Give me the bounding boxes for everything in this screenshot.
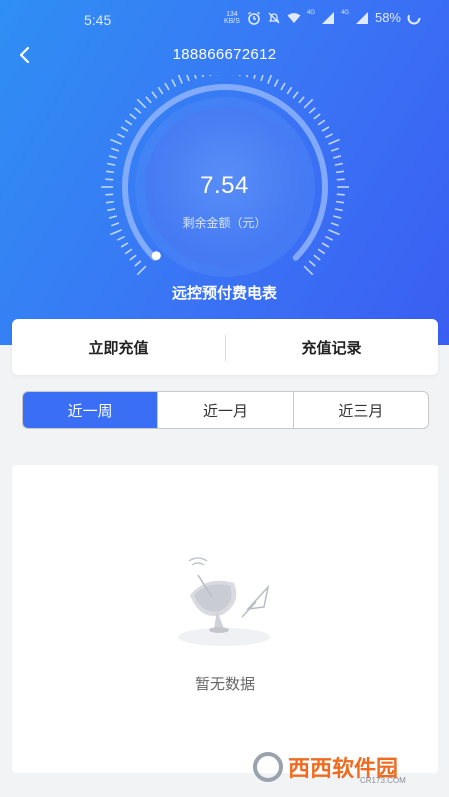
gauge-tick — [194, 75, 197, 80]
gauge-tick — [317, 119, 326, 126]
gauge-tick — [328, 138, 340, 145]
gauge-tick — [117, 235, 125, 241]
gauge-tick — [107, 208, 116, 212]
gauge-tick — [201, 75, 204, 78]
gauge-tick — [273, 79, 279, 87]
gauge-tick — [308, 260, 316, 267]
page-title: 188866672612 — [172, 46, 277, 63]
gauge-tick — [334, 208, 343, 212]
range-tabs: 近一周 近一月 近三月 — [22, 391, 429, 429]
status-bar: 5:45 134 KB/S 4G 4G 58% — [0, 0, 449, 40]
wifi-icon — [287, 12, 301, 23]
gauge-tick — [111, 147, 120, 152]
gauge-tick — [303, 265, 314, 276]
gauge-tick — [330, 147, 339, 152]
gauge-tick — [157, 86, 164, 95]
gauge-tick — [209, 75, 212, 77]
gauge-tick — [332, 155, 342, 159]
gauge-tick — [108, 155, 118, 159]
gauge-tick — [151, 91, 158, 99]
gauge-tick — [107, 162, 116, 166]
signal-icon-1 — [321, 11, 334, 24]
gauge-tick — [260, 75, 264, 82]
gauge-tick — [325, 133, 333, 139]
gauge-tick — [303, 98, 314, 109]
gauge-tick — [110, 138, 122, 145]
gauge-tick — [120, 126, 129, 132]
gauge-tick — [292, 91, 299, 99]
gauge-tick — [308, 107, 316, 114]
gauge-tick — [325, 235, 333, 241]
tab-last-week[interactable]: 近一周 — [23, 392, 159, 428]
gauge-tick — [124, 248, 133, 255]
gauge-tick — [105, 200, 115, 204]
recharge-history-button[interactable]: 充值记录 — [225, 319, 438, 375]
gauge-tick — [313, 254, 321, 261]
gauge-tick — [124, 119, 133, 126]
remaining-balance-label: 剩余金额（元） — [182, 216, 267, 230]
gauge-tick — [335, 200, 345, 204]
gauge-tick — [313, 113, 321, 120]
gauge-tick — [134, 260, 142, 267]
empty-state-text: 暂无数据 — [194, 676, 255, 693]
gauge-tick — [134, 107, 142, 114]
gauge-tick — [321, 126, 330, 132]
site-watermark-logo: 西西软件园 CR173.COM — [253, 752, 406, 785]
gauge-tick — [186, 75, 190, 82]
tab-last-three-months[interactable]: 近三月 — [294, 392, 428, 428]
network-speed: 134 KB/S — [223, 10, 240, 25]
gauge-tick — [129, 254, 137, 261]
gauge-tick — [145, 96, 152, 104]
tab-last-month[interactable]: 近一月 — [158, 392, 294, 428]
gauge-tick — [298, 96, 305, 104]
gauge-tick — [177, 75, 183, 84]
gauge-tick — [117, 133, 125, 139]
gauge-knob — [151, 251, 161, 261]
mute-icon — [268, 12, 280, 23]
gauge-tick — [171, 79, 177, 87]
recharge-button[interactable]: 立即充值 — [12, 319, 225, 375]
gauge-tick — [164, 82, 170, 91]
gauge-tick — [136, 265, 147, 276]
gauge-tick — [238, 75, 241, 77]
gauge-tick — [246, 75, 249, 78]
action-card: 立即充值 充值记录 — [12, 319, 438, 375]
status-icons: 134 KB/S 4G 4G 58% — [223, 10, 421, 25]
gauge-tick — [334, 162, 343, 166]
battery-level: 58% — [374, 10, 401, 25]
meter-title: 远控预付费电表 — [171, 285, 277, 302]
battery-ring-icon — [407, 11, 421, 24]
gauge-tick — [321, 242, 330, 248]
alarm-icon — [247, 11, 260, 25]
gauge-tick — [267, 75, 273, 84]
satellite-dish-icon — [178, 557, 270, 646]
remaining-balance-value: 7.54 — [200, 172, 249, 199]
signal-icon-2 — [355, 11, 368, 24]
gauge-tick — [129, 113, 137, 120]
gauge-tick — [120, 242, 129, 248]
gauge-tick — [280, 82, 286, 91]
gauge-tick — [136, 98, 147, 109]
records-panel: 暂无数据 — [12, 465, 438, 773]
gauge-tick — [286, 86, 293, 95]
gauge-tick — [253, 75, 256, 80]
status-time: 5:45 — [84, 12, 112, 28]
watermark-subtext: CR173.COM — [360, 776, 406, 785]
gauge-tick — [317, 248, 326, 255]
